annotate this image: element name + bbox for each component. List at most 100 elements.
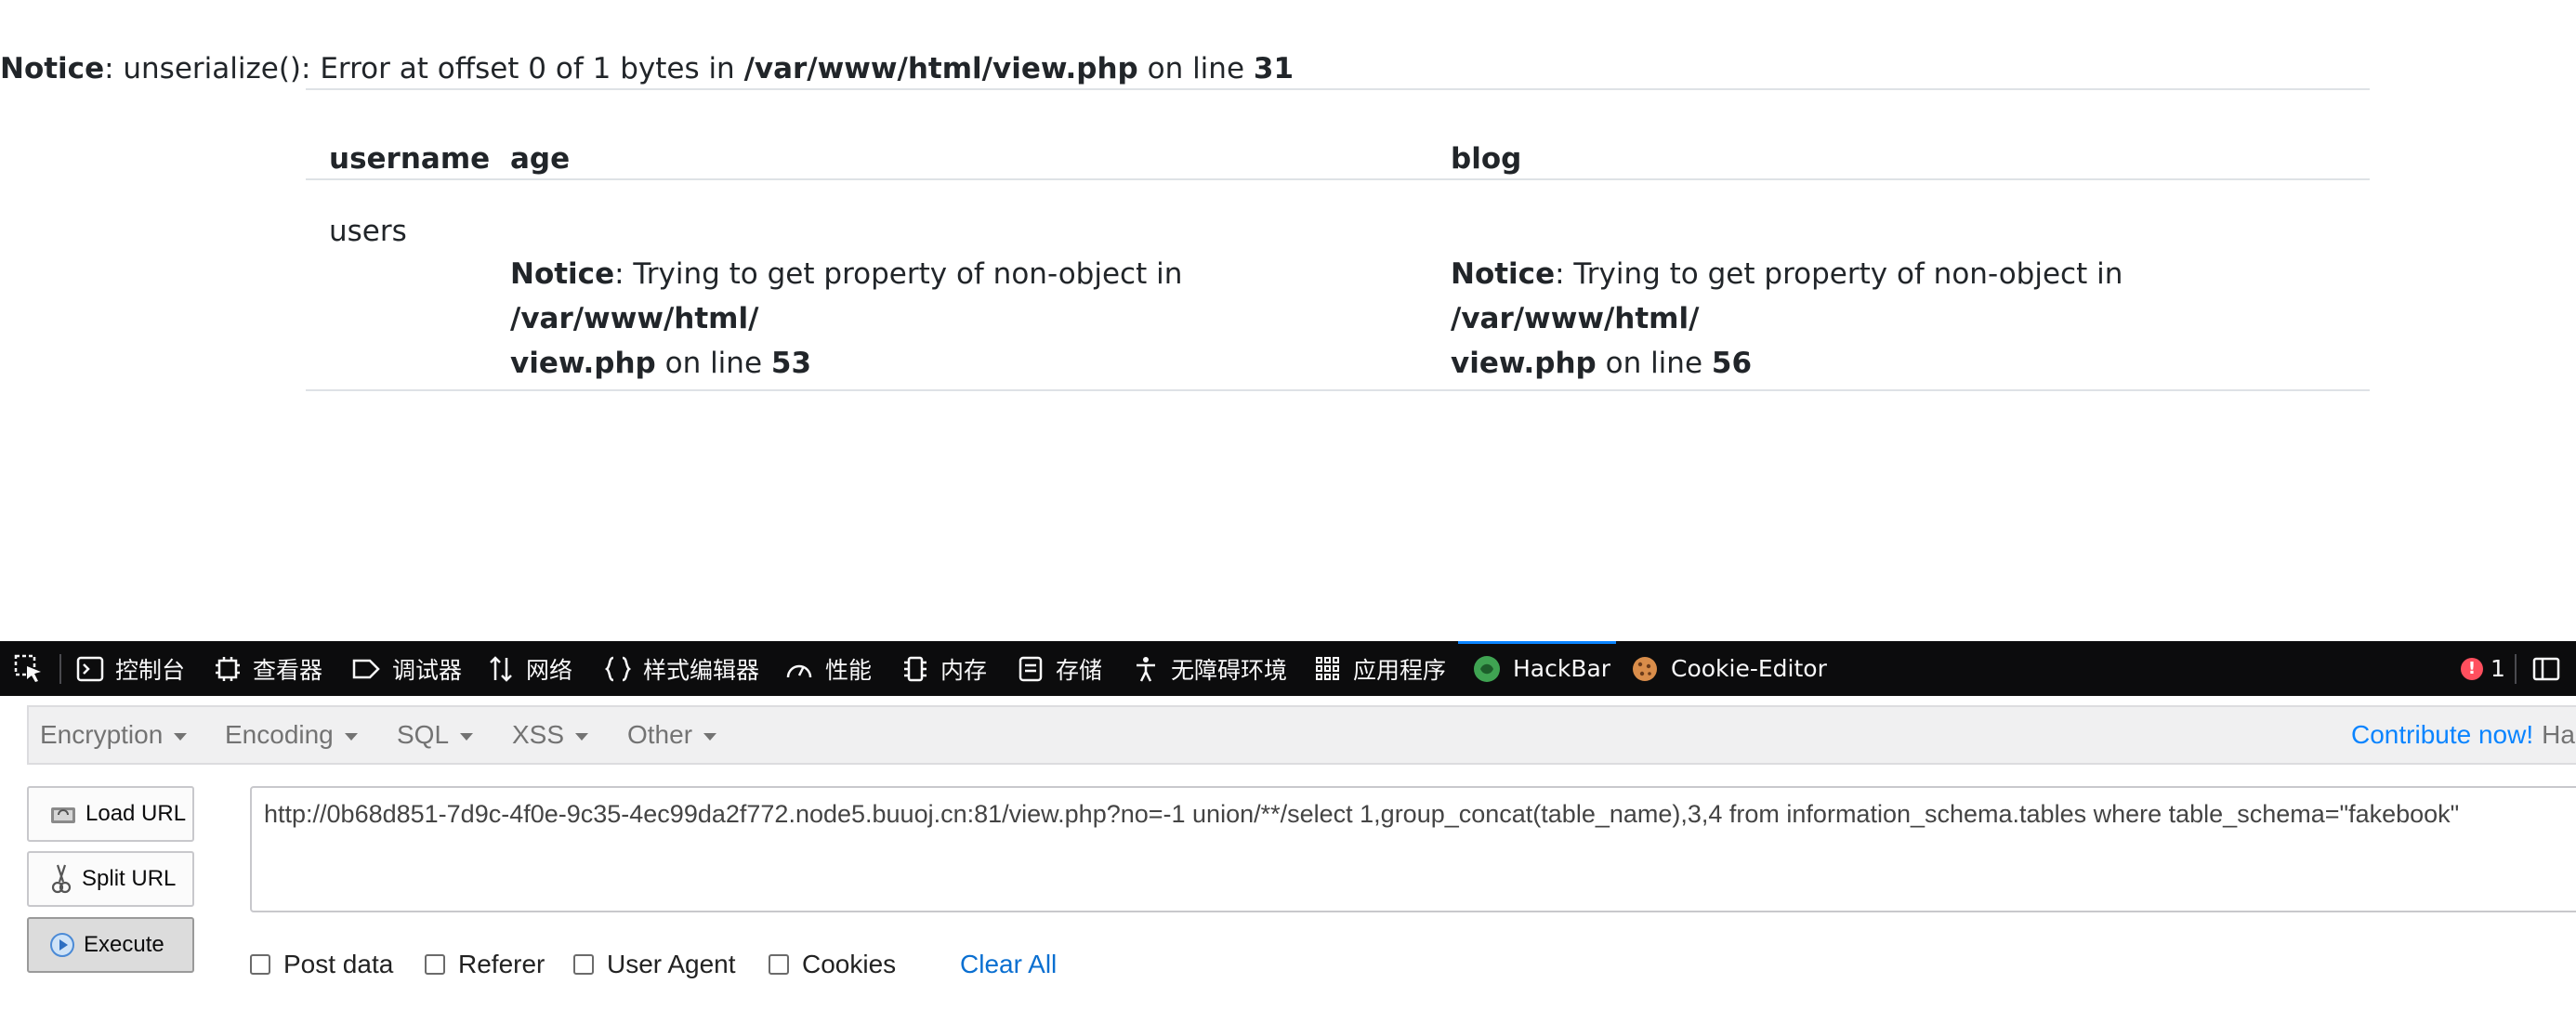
tab-label: 样式编辑器 bbox=[643, 656, 760, 684]
notice-text: on line bbox=[1596, 347, 1712, 380]
notice-text: on line bbox=[655, 347, 771, 380]
toolbar-divider bbox=[59, 654, 61, 684]
scissors-icon bbox=[51, 864, 72, 894]
caret-down-icon bbox=[174, 733, 188, 741]
tab-label: 控制台 bbox=[115, 656, 186, 684]
caret-down-icon bbox=[703, 733, 717, 741]
user-agent-checkbox[interactable]: User Agent bbox=[573, 946, 736, 983]
execute-button[interactable]: Execute bbox=[27, 917, 194, 973]
menu-label: XSS bbox=[512, 720, 565, 749]
menu-encryption[interactable]: Encryption bbox=[40, 707, 188, 763]
checkbox-box[interactable] bbox=[425, 954, 445, 975]
error-count-badge[interactable]: ! 1 bbox=[2461, 641, 2505, 696]
post-data-checkbox[interactable]: Post data bbox=[250, 946, 393, 983]
notice-line: 56 bbox=[1711, 347, 1753, 380]
checkbox-box[interactable] bbox=[769, 954, 789, 975]
header-username: username bbox=[329, 142, 491, 176]
tab-memory[interactable]: 内存 bbox=[901, 641, 987, 696]
unserialize-notice: Notice: unserialize(): Error at offset 0… bbox=[0, 48, 1294, 89]
url-textarea[interactable]: http://0b68d851-7d9c-4f0e-9c35-4ec99da2f… bbox=[250, 786, 2576, 912]
tab-performance[interactable]: 性能 bbox=[784, 641, 872, 696]
notice-line: 31 bbox=[1253, 52, 1295, 85]
load-url-button[interactable]: Load URL bbox=[27, 786, 194, 842]
tab-storage[interactable]: 存储 bbox=[1017, 641, 1102, 696]
tab-console[interactable]: 控制台 bbox=[76, 641, 185, 696]
caret-down-icon bbox=[344, 733, 358, 741]
notice-label: Notice bbox=[1451, 257, 1556, 291]
caret-down-icon bbox=[460, 733, 474, 741]
referer-checkbox[interactable]: Referer bbox=[425, 946, 545, 983]
apps-grid-icon bbox=[1316, 656, 1339, 680]
checkbox-label: Cookies bbox=[802, 950, 897, 978]
menu-sql[interactable]: SQL bbox=[397, 707, 474, 763]
menu-label: Encoding bbox=[225, 720, 334, 749]
cell-username: users bbox=[329, 215, 407, 248]
debugger-icon bbox=[352, 659, 380, 678]
menu-encoding[interactable]: Encoding bbox=[225, 707, 358, 763]
button-label: Load URL bbox=[85, 801, 187, 826]
tab-debugger[interactable]: 调试器 bbox=[351, 641, 462, 696]
tab-network[interactable]: 网络 bbox=[487, 641, 572, 696]
active-tab-indicator bbox=[1458, 641, 1616, 644]
tab-label: 性能 bbox=[825, 656, 873, 684]
play-icon bbox=[50, 933, 74, 957]
checkbox-label: Post data bbox=[283, 950, 394, 978]
tab-label: 应用程序 bbox=[1353, 656, 1447, 684]
clear-all-link[interactable]: Clear All bbox=[960, 946, 1057, 983]
menu-other[interactable]: Other bbox=[627, 707, 717, 763]
contribute-tail: HackB bbox=[2542, 720, 2576, 749]
cookies-checkbox[interactable]: Cookies bbox=[769, 946, 896, 983]
tab-cookie-editor[interactable]: Cookie-Editor bbox=[1630, 641, 1827, 696]
button-label: Execute bbox=[84, 932, 164, 957]
checkbox-box[interactable] bbox=[573, 954, 594, 975]
button-label: Split URL bbox=[82, 866, 177, 891]
cell-age-notice: Notice: Trying to get property of non-ob… bbox=[510, 252, 1402, 386]
tab-accessibility[interactable]: 无障碍环境 bbox=[1132, 641, 1287, 696]
tab-label: 无障碍环境 bbox=[1171, 656, 1288, 684]
notice-path: /var/www/html/ bbox=[1451, 302, 1700, 335]
checkbox-box[interactable] bbox=[250, 954, 270, 975]
braces-icon bbox=[604, 656, 632, 681]
notice-text: : Trying to get property of non-object i… bbox=[1555, 257, 2123, 291]
error-icon: ! bbox=[2461, 657, 2483, 680]
tab-hackbar[interactable]: HackBar bbox=[1472, 641, 1610, 696]
memory-icon bbox=[904, 656, 927, 681]
contribute-label: Contribute now! bbox=[2351, 720, 2534, 749]
checkbox-label: Referer bbox=[458, 950, 545, 978]
table-top-border bbox=[306, 88, 2370, 90]
tab-inspector[interactable]: 查看器 bbox=[214, 641, 322, 696]
notice-text: : Trying to get property of non-object i… bbox=[614, 257, 1183, 291]
tab-label: Cookie-Editor bbox=[1671, 655, 1827, 682]
notice-path: /var/www/html/view.php bbox=[743, 52, 1138, 85]
gauge-icon bbox=[786, 664, 812, 677]
toolbar-divider bbox=[2515, 654, 2517, 684]
menu-label: Encryption bbox=[40, 720, 164, 749]
tab-style-editor[interactable]: 样式编辑器 bbox=[604, 641, 759, 696]
tab-application[interactable]: 应用程序 bbox=[1314, 641, 1446, 696]
notice-path: /var/www/html/ bbox=[510, 302, 759, 335]
notice-path: view.php bbox=[1451, 347, 1597, 380]
tab-label: 查看器 bbox=[253, 656, 323, 684]
tab-label: 内存 bbox=[940, 656, 988, 684]
cell-blog-notice: Notice: Trying to get property of non-ob… bbox=[1451, 252, 2343, 386]
dock-toggle-button[interactable] bbox=[2531, 641, 2572, 696]
menu-xss[interactable]: XSS bbox=[512, 707, 589, 763]
header-blog: blog bbox=[1451, 142, 1522, 176]
notice-text: on line bbox=[1137, 52, 1254, 85]
table-bottom-border bbox=[306, 389, 2370, 391]
network-icon bbox=[490, 655, 512, 682]
element-picker-button[interactable] bbox=[13, 641, 56, 696]
tab-label: 调试器 bbox=[392, 656, 463, 684]
notice-text: : unserialize(): Error at offset 0 of 1 … bbox=[104, 52, 744, 85]
inspector-icon bbox=[216, 656, 240, 681]
notice-label: Notice bbox=[510, 257, 615, 291]
hackbar-logo-icon bbox=[1474, 655, 1500, 682]
split-url-button[interactable]: Split URL bbox=[27, 851, 194, 907]
notice-label: Notice bbox=[0, 52, 105, 85]
tab-label: 网络 bbox=[526, 656, 573, 684]
contribute-link[interactable]: Contribute now! HackB bbox=[2351, 707, 2576, 763]
console-icon bbox=[76, 656, 104, 681]
hackbar-menu: Encryption Encoding SQL XSS Other Contri… bbox=[27, 705, 2576, 765]
tab-label: 存储 bbox=[1056, 656, 1103, 684]
notice-line: 53 bbox=[770, 347, 812, 380]
